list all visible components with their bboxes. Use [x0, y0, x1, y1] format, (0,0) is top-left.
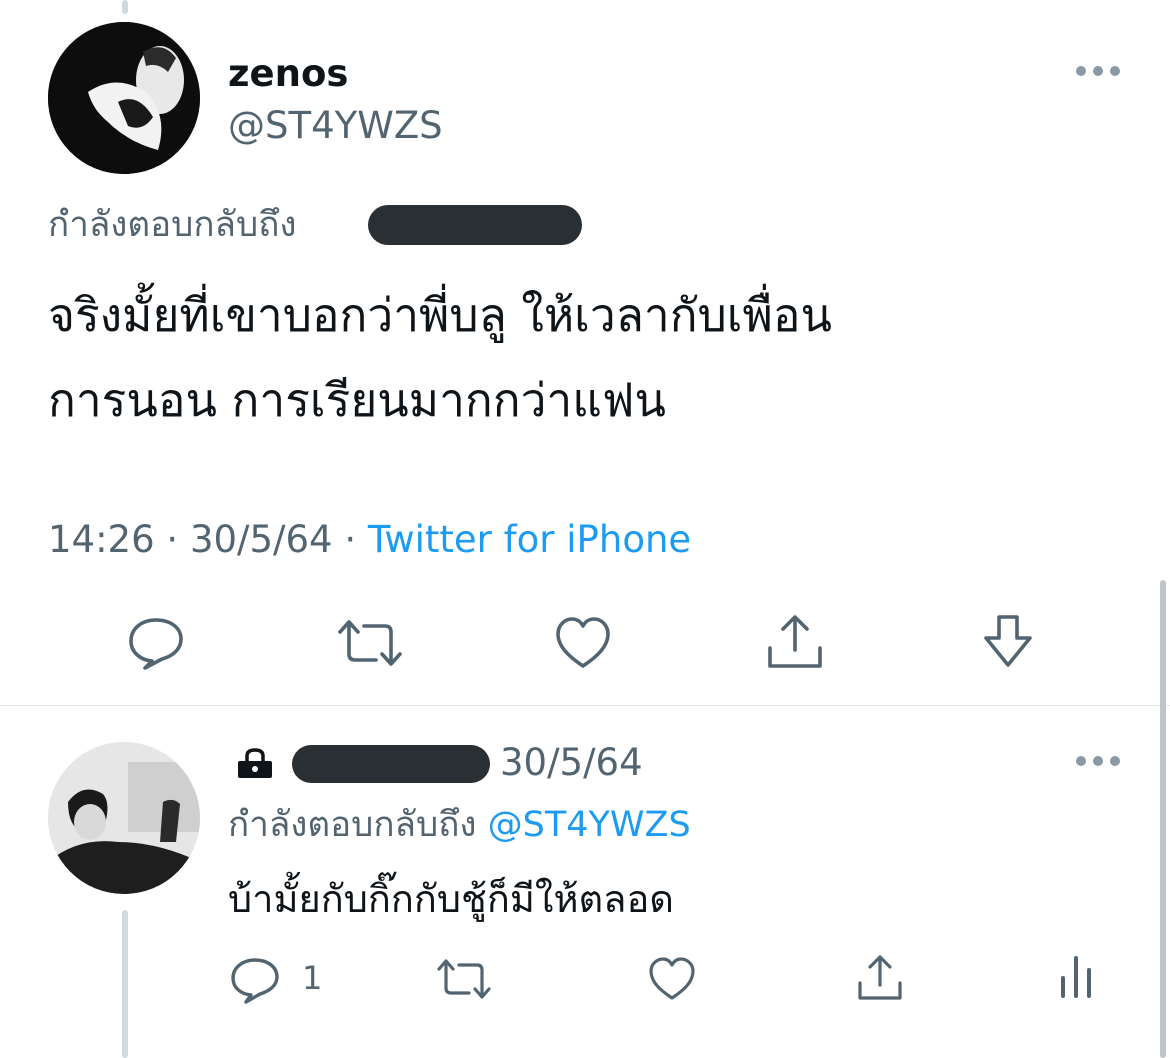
meta-separator: ·	[166, 518, 179, 561]
reply-date: 30/5/64	[500, 741, 643, 784]
avatar-replier[interactable]	[48, 742, 200, 894]
tweet-time: 14:26	[48, 518, 155, 561]
replying-to-handle[interactable]: @ST4YWZS	[488, 805, 691, 845]
tweet-date: 30/5/64	[189, 518, 333, 561]
reply-text: บ้ามั้ยกับกิ๊กกับชู้ก็มีให้ตลอด	[228, 877, 674, 921]
avatar-zenos[interactable]	[48, 22, 200, 174]
meta-separator: ·	[344, 518, 357, 561]
reply-retweet-icon[interactable]	[436, 958, 492, 1000]
reply-replying-to: กำลังตอบกลับถึง @ST4YWZS	[228, 803, 691, 847]
reply-more-options-icon[interactable]	[1076, 756, 1120, 766]
reply-reply-icon[interactable]	[230, 956, 280, 1004]
tweet-text-line1: จริงมั้ยที่เขาบอกว่าพี่บลู ให้เวลากับเพื…	[48, 288, 832, 342]
handle[interactable]: @ST4YWZS	[228, 104, 443, 148]
replying-to-label: กำลังตอบกลับถึง	[48, 205, 297, 245]
scrollbar[interactable]	[1160, 580, 1166, 1058]
tweet-source-link[interactable]: Twitter for iPhone	[368, 518, 691, 561]
thread-line-top	[122, 0, 128, 14]
display-name[interactable]: zenos	[228, 52, 348, 96]
lock-icon	[236, 748, 274, 778]
reply-like-icon[interactable]	[648, 956, 696, 1002]
replying-to-label: กำลังตอบกลับถึง	[228, 805, 477, 845]
redacted-replier-name	[292, 745, 490, 783]
more-options-icon[interactable]	[1076, 66, 1120, 76]
share-icon[interactable]	[766, 614, 824, 670]
thread-line-bottom	[122, 910, 128, 1058]
retweet-icon[interactable]	[336, 618, 404, 668]
divider	[0, 705, 1170, 706]
reply-icon[interactable]	[128, 616, 184, 670]
reply-count: 1	[302, 959, 323, 997]
download-icon[interactable]	[982, 614, 1034, 670]
reply-share-icon[interactable]	[856, 954, 904, 1002]
tweet-text-line2: การนอน การเรียนมากกว่าแฟน	[48, 373, 666, 427]
redacted-username	[368, 205, 582, 245]
analytics-icon[interactable]	[1060, 954, 1092, 1000]
like-icon[interactable]	[554, 616, 612, 670]
tweet-meta: 14:26 · 30/5/64 · Twitter for iPhone	[48, 518, 691, 562]
